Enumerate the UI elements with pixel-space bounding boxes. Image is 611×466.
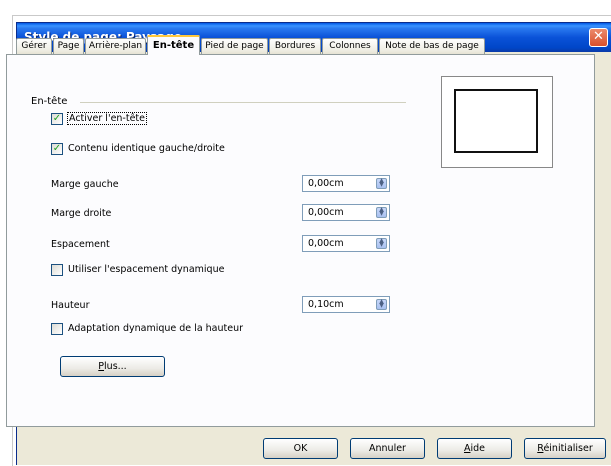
activate-header-label: Activer l'en-tête [67, 112, 147, 125]
reset-button[interactable]: Réinitialiser [524, 438, 606, 459]
header-preview [441, 76, 553, 168]
height-spinbox[interactable]: 0,10cm ▲ ▼ [302, 296, 390, 313]
spacing-value: 0,00cm [308, 238, 344, 249]
check-icon: ✓ [52, 113, 62, 124]
preview-page-outline [454, 89, 538, 153]
spacing-spinbox[interactable]: 0,00cm ▲ ▼ [302, 235, 390, 252]
left-margin-value: 0,00cm [308, 178, 344, 189]
help-button[interactable]: Aide [437, 438, 512, 459]
left-margin-label: Marge gauche [51, 179, 119, 190]
section-title: En-tête [31, 96, 68, 107]
right-margin-spinbox[interactable]: 0,00cm ▲ ▼ [302, 204, 390, 221]
check-icon: ✓ [52, 143, 62, 154]
spin-arrows-icon[interactable]: ▲ ▼ [376, 299, 387, 310]
tab-page[interactable]: Page [53, 38, 84, 54]
height-value: 0,10cm [308, 299, 344, 310]
cancel-button[interactable]: Annuler [350, 438, 425, 459]
spin-arrows-icon[interactable]: ▲ ▼ [376, 238, 387, 249]
spin-arrows-icon[interactable]: ▲ ▼ [376, 178, 387, 189]
checkbox-box[interactable]: ✓ [51, 143, 63, 155]
more-button[interactable]: Plus... [60, 356, 165, 377]
tab-en-tete[interactable]: En-tête [147, 35, 200, 55]
dynamic-height-label: Adaptation dynamique de la hauteur [68, 323, 244, 334]
tab-colonnes[interactable]: Colonnes [322, 38, 378, 54]
tab-bar: Gérer Page Arrière-plan En-tête Pied de … [6, 35, 596, 55]
tab-pied-de-page[interactable]: Pied de page [201, 38, 268, 54]
checkbox-box[interactable] [51, 323, 63, 335]
tab-bordures[interactable]: Bordures [269, 38, 321, 54]
height-label: Hauteur [51, 300, 90, 311]
tab-note-de-bas-de-page[interactable]: Note de bas de page [379, 38, 485, 54]
ok-button[interactable]: OK [263, 438, 338, 459]
tab-gerer[interactable]: Gérer [16, 38, 52, 54]
right-margin-value: 0,00cm [308, 207, 344, 218]
section-divider [80, 102, 406, 103]
left-margin-spinbox[interactable]: 0,00cm ▲ ▼ [302, 175, 390, 192]
spacing-label: Espacement [51, 239, 110, 250]
right-margin-label: Marge droite [51, 208, 112, 219]
spin-arrows-icon[interactable]: ▲ ▼ [376, 207, 387, 218]
checkbox-box[interactable]: ✓ [51, 113, 63, 125]
tab-arriere-plan[interactable]: Arrière-plan [85, 38, 146, 54]
dynamic-spacing-label: Utiliser l'espacement dynamique [68, 264, 225, 275]
checkbox-box[interactable] [51, 264, 63, 276]
same-content-label: Contenu identique gauche/droite [68, 143, 225, 154]
